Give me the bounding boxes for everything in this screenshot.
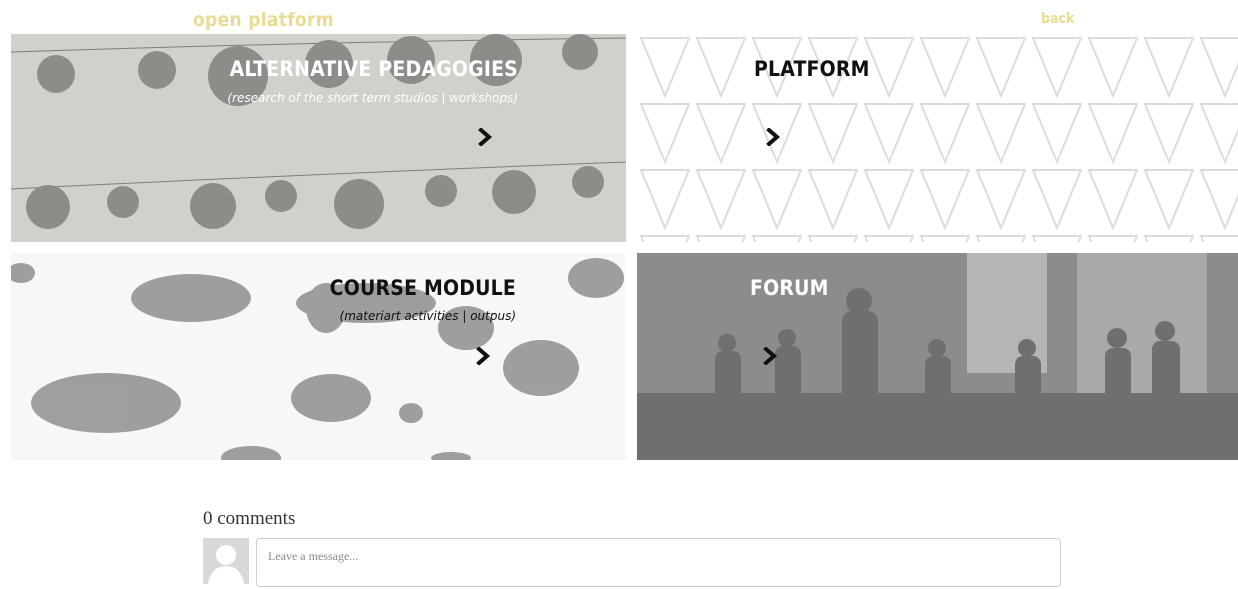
chevron-right-icon[interactable] (766, 128, 782, 146)
tile-title: PLATFORM (754, 57, 870, 81)
message-input[interactable] (256, 538, 1061, 587)
triangle-pattern-background (637, 34, 1238, 242)
tile-platform[interactable]: PLATFORM (637, 34, 1238, 242)
tile-title: COURSE MODULE (329, 276, 516, 300)
tile-subtitle: (materiart activities | outpus) (339, 309, 516, 323)
tile-subtitle: (research of the short term studios | wo… (227, 91, 518, 105)
tile-title: FORUM (750, 276, 829, 300)
chevron-right-icon[interactable] (763, 347, 779, 365)
brand-link[interactable]: open platform (193, 8, 334, 32)
chevron-right-icon[interactable] (478, 128, 494, 146)
user-avatar-icon (203, 538, 249, 584)
tile-course-module[interactable]: COURSE MODULE (materiart activities | ou… (11, 253, 626, 460)
chevron-right-icon[interactable] (476, 347, 492, 365)
back-link[interactable]: back (1041, 10, 1074, 28)
scribbles-background (11, 253, 626, 460)
tile-forum[interactable]: FORUM (637, 253, 1238, 460)
top-bar: open platform back (0, 0, 1238, 34)
tile-title: ALTERNATIVE PEDAGOGIES (229, 57, 518, 81)
crowd-background (637, 253, 1238, 460)
comments-title: 0 comments (203, 508, 296, 529)
tile-alternative-pedagogies[interactable]: ALTERNATIVE PEDAGOGIES (research of the … (11, 34, 626, 242)
